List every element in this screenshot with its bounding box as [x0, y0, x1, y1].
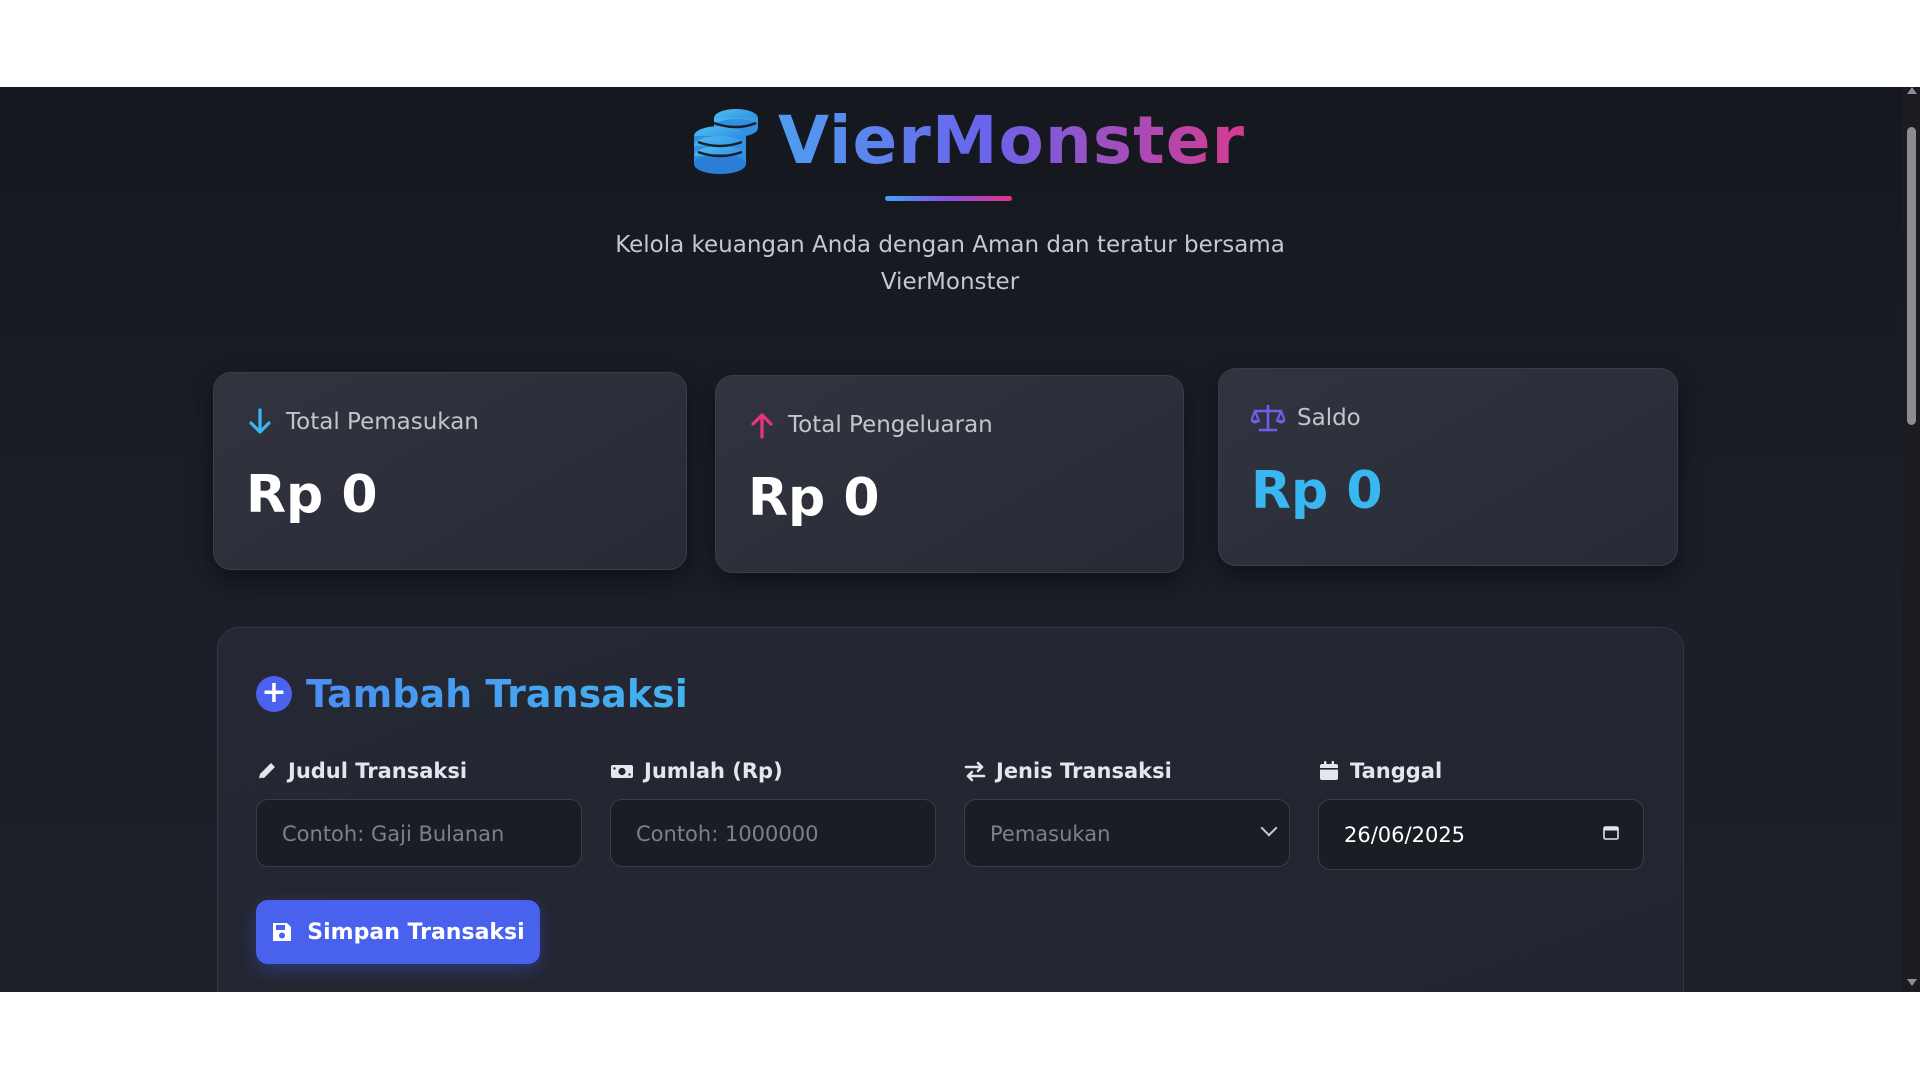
date-label: Tanggal: [1350, 759, 1443, 783]
arrow-down-icon: [249, 408, 271, 434]
amount-label: Jumlah (Rp): [644, 759, 783, 783]
type-select[interactable]: Pemasukan: [964, 799, 1290, 867]
scroll-down-icon[interactable]: [1907, 979, 1917, 986]
arrow-up-icon: [751, 413, 773, 439]
app-viewport: VierMonster Kelola keuangan Anda dengan …: [0, 87, 1920, 992]
expense-card: Total Pengeluaran Rp 0: [715, 375, 1184, 573]
brand-underline: [885, 196, 1012, 201]
balance-value: Rp 0: [1251, 461, 1383, 521]
type-label: Jenis Transaksi: [996, 759, 1172, 783]
scale-balance-icon: [1251, 404, 1285, 432]
tagline-line-1: Kelola keuangan Anda dengan Aman dan ter…: [615, 232, 1285, 258]
floppy-disk-icon: [273, 923, 292, 941]
income-value: Rp 0: [246, 465, 378, 525]
tagline-line-2: VierMonster: [880, 269, 1020, 295]
date-input[interactable]: 26/06/2025: [1318, 799, 1644, 870]
save-transaction-button[interactable]: Simpan Transaksi: [256, 900, 540, 964]
type-selected-value: Pemasukan: [990, 822, 1111, 846]
add-transaction-panel: + Tambah Transaksi Judul Transaksi Conto…: [217, 627, 1684, 992]
panel-title: Tambah Transaksi: [306, 672, 688, 716]
save-button-label: Simpan Transaksi: [307, 919, 525, 945]
balance-label: Saldo: [1297, 405, 1361, 431]
expense-value: Rp 0: [748, 468, 880, 528]
coins-stack-icon: [694, 109, 758, 174]
type-field: Jenis Transaksi Pemasukan: [964, 756, 1292, 867]
plus-circle-icon: +: [256, 676, 292, 712]
pencil-icon: [258, 763, 275, 780]
title-input[interactable]: Contoh: Gaji Bulanan: [256, 799, 582, 867]
expense-label: Total Pengeluaran: [788, 412, 993, 438]
exchange-arrows-icon: [964, 761, 986, 782]
chevron-down-icon: [1260, 819, 1278, 837]
income-label: Total Pemasukan: [286, 409, 479, 435]
calendar-icon: [1320, 761, 1338, 780]
brand-header: VierMonster: [690, 101, 1245, 181]
calendar-picker-icon[interactable]: [1603, 825, 1619, 840]
money-bill-icon: [611, 765, 633, 778]
amount-field: Jumlah (Rp) Contoh: 1000000: [610, 756, 938, 867]
balance-card: Saldo Rp 0: [1218, 368, 1678, 566]
title-label: Judul Transaksi: [288, 759, 468, 783]
income-card: Total Pemasukan Rp 0: [213, 372, 687, 570]
vertical-scrollbar[interactable]: [1902, 87, 1920, 992]
scroll-thumb[interactable]: [1907, 127, 1916, 425]
date-value: 26/06/2025: [1344, 823, 1466, 847]
date-field: Tanggal 26/06/2025: [1318, 756, 1646, 870]
title-field: Judul Transaksi Contoh: Gaji Bulanan: [256, 756, 584, 867]
brand-name: VierMonster: [778, 102, 1246, 179]
scroll-up-icon[interactable]: [1907, 87, 1917, 94]
tagline: Kelola keuangan Anda dengan Aman dan ter…: [590, 227, 1310, 301]
amount-input[interactable]: Contoh: 1000000: [610, 799, 936, 867]
